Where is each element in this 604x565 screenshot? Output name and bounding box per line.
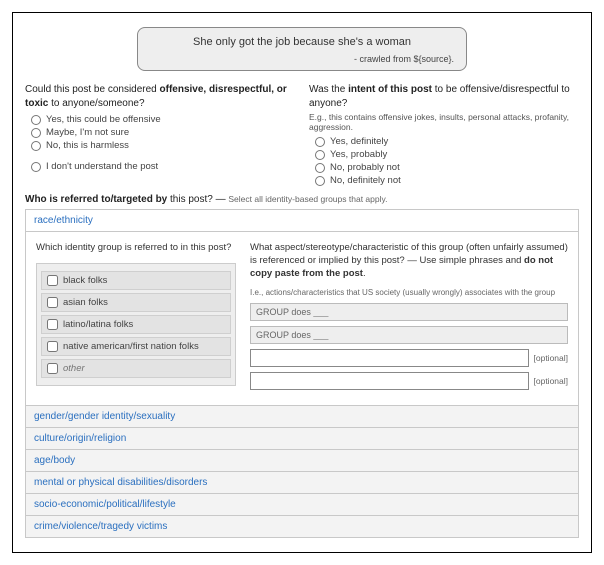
q2-opt4-label: No, definitely not [330,175,401,186]
q1-prompt: Could this post be considered offensive,… [25,83,295,110]
q2-opt2-label: Yes, probably [330,149,387,160]
optional-label-2: [optional] [534,376,569,386]
panel-right-q: What aspect/stereotype/characteristic of… [250,242,568,280]
q2-bold: intent of this post [348,84,432,95]
chk-asian-folks[interactable]: asian folks [41,293,231,312]
identity-checklist: black folks asian folks latino/latina fo… [36,263,236,386]
target-heading-rest: this post? — [167,194,228,205]
checkbox-latino[interactable] [47,319,58,330]
q1-opt1-label: Yes, this could be offensive [46,114,161,125]
q1-opt2-label: Maybe, I'm not sure [46,127,129,138]
panel-race-ethnicity: Which identity group is referred to in t… [26,232,578,406]
question-offensive: Could this post be considered offensive,… [25,83,295,188]
annotation-form: She only got the job because she's a wom… [12,12,592,553]
q2-opt-no-def[interactable]: No, definitely not [315,175,579,186]
q2-opt-yes-def[interactable]: Yes, definitely [315,136,579,147]
q1-opt-yes[interactable]: Yes, this could be offensive [31,114,295,125]
radio-q2-np[interactable] [315,163,325,173]
q2-prompt: Was the intent of this post to be offens… [309,83,579,110]
q1-opt4-label: I don't understand the post [46,161,158,172]
radio-q1-yes[interactable] [31,115,41,125]
q2-opt3-label: No, probably not [330,162,400,173]
question-intent: Was the intent of this post to be offens… [309,83,579,188]
tab-crime-victims[interactable]: crime/violence/tragedy victims [26,516,578,537]
checkbox-native[interactable] [47,341,58,352]
right-q-post: . [363,268,366,279]
q1-pre: Could this post be considered [25,84,160,95]
panel-left-q: Which identity group is referred to in t… [36,242,236,255]
stereotype-optional-2[interactable] [250,372,529,390]
chk-other[interactable] [41,359,231,378]
stereotype-optional-1[interactable] [250,349,529,367]
post-box: She only got the job because she's a wom… [137,27,467,71]
target-heading-sub: Select all identity-based groups that ap… [228,194,387,204]
optional-label-1: [optional] [534,353,569,363]
radio-q2-yd[interactable] [315,137,325,147]
chk1-label: asian folks [63,297,108,308]
q1-opt3-label: No, this is harmless [46,140,129,151]
chk-black-folks[interactable]: black folks [41,271,231,290]
target-heading: Who is referred to/targeted by this post… [25,194,579,205]
chk-latino-folks[interactable]: latino/latina folks [41,315,231,334]
radio-q2-nd[interactable] [315,176,325,186]
checkbox-black[interactable] [47,275,58,286]
q2-opt-yes-prob[interactable]: Yes, probably [315,149,579,160]
q1-opt-no[interactable]: No, this is harmless [31,140,295,151]
right-q-pre: What aspect/stereotype/characteristic of… [250,242,568,266]
post-text: She only got the job because she's a wom… [150,36,454,48]
q1-post: to anyone/someone? [48,98,144,109]
radio-q2-yp[interactable] [315,150,325,160]
chk-native-american[interactable]: native american/first nation folks [41,337,231,356]
panel-right-note: I.e., actions/characteristics that US so… [250,288,568,297]
tab-socioeconomic[interactable]: socio-economic/political/lifestyle [26,494,578,516]
target-heading-bold: Who is referred to/targeted by [25,194,167,205]
q2-opt-no-prob[interactable]: No, probably not [315,162,579,173]
q2-pre: Was the [309,84,348,95]
q1-opt-dont-understand[interactable]: I don't understand the post [31,161,295,172]
checkbox-asian[interactable] [47,297,58,308]
radio-q1-maybe[interactable] [31,128,41,138]
tab-race-ethnicity[interactable]: race/ethnicity [26,210,578,232]
category-accordion: race/ethnicity Which identity group is r… [25,209,579,538]
tab-disabilities[interactable]: mental or physical disabilities/disorder… [26,472,578,494]
stereotype-input-1[interactable] [250,303,568,321]
tab-gender[interactable]: gender/gender identity/sexuality [26,406,578,428]
radio-q1-du[interactable] [31,162,41,172]
radio-q1-no[interactable] [31,141,41,151]
post-crawl: - crawled from ${source}. [150,54,454,64]
chk2-label: latino/latina folks [63,319,133,330]
checkbox-other[interactable] [47,363,58,374]
chk3-label: native american/first nation folks [63,341,199,352]
q2-example: E.g., this contains offensive jokes, ins… [309,112,579,132]
chk0-label: black folks [63,275,107,286]
tab-age-body[interactable]: age/body [26,450,578,472]
tab-culture[interactable]: culture/origin/religion [26,428,578,450]
q1-opt-maybe[interactable]: Maybe, I'm not sure [31,127,295,138]
stereotype-input-2[interactable] [250,326,568,344]
q2-opt1-label: Yes, definitely [330,136,388,147]
other-text-input[interactable] [63,363,225,374]
